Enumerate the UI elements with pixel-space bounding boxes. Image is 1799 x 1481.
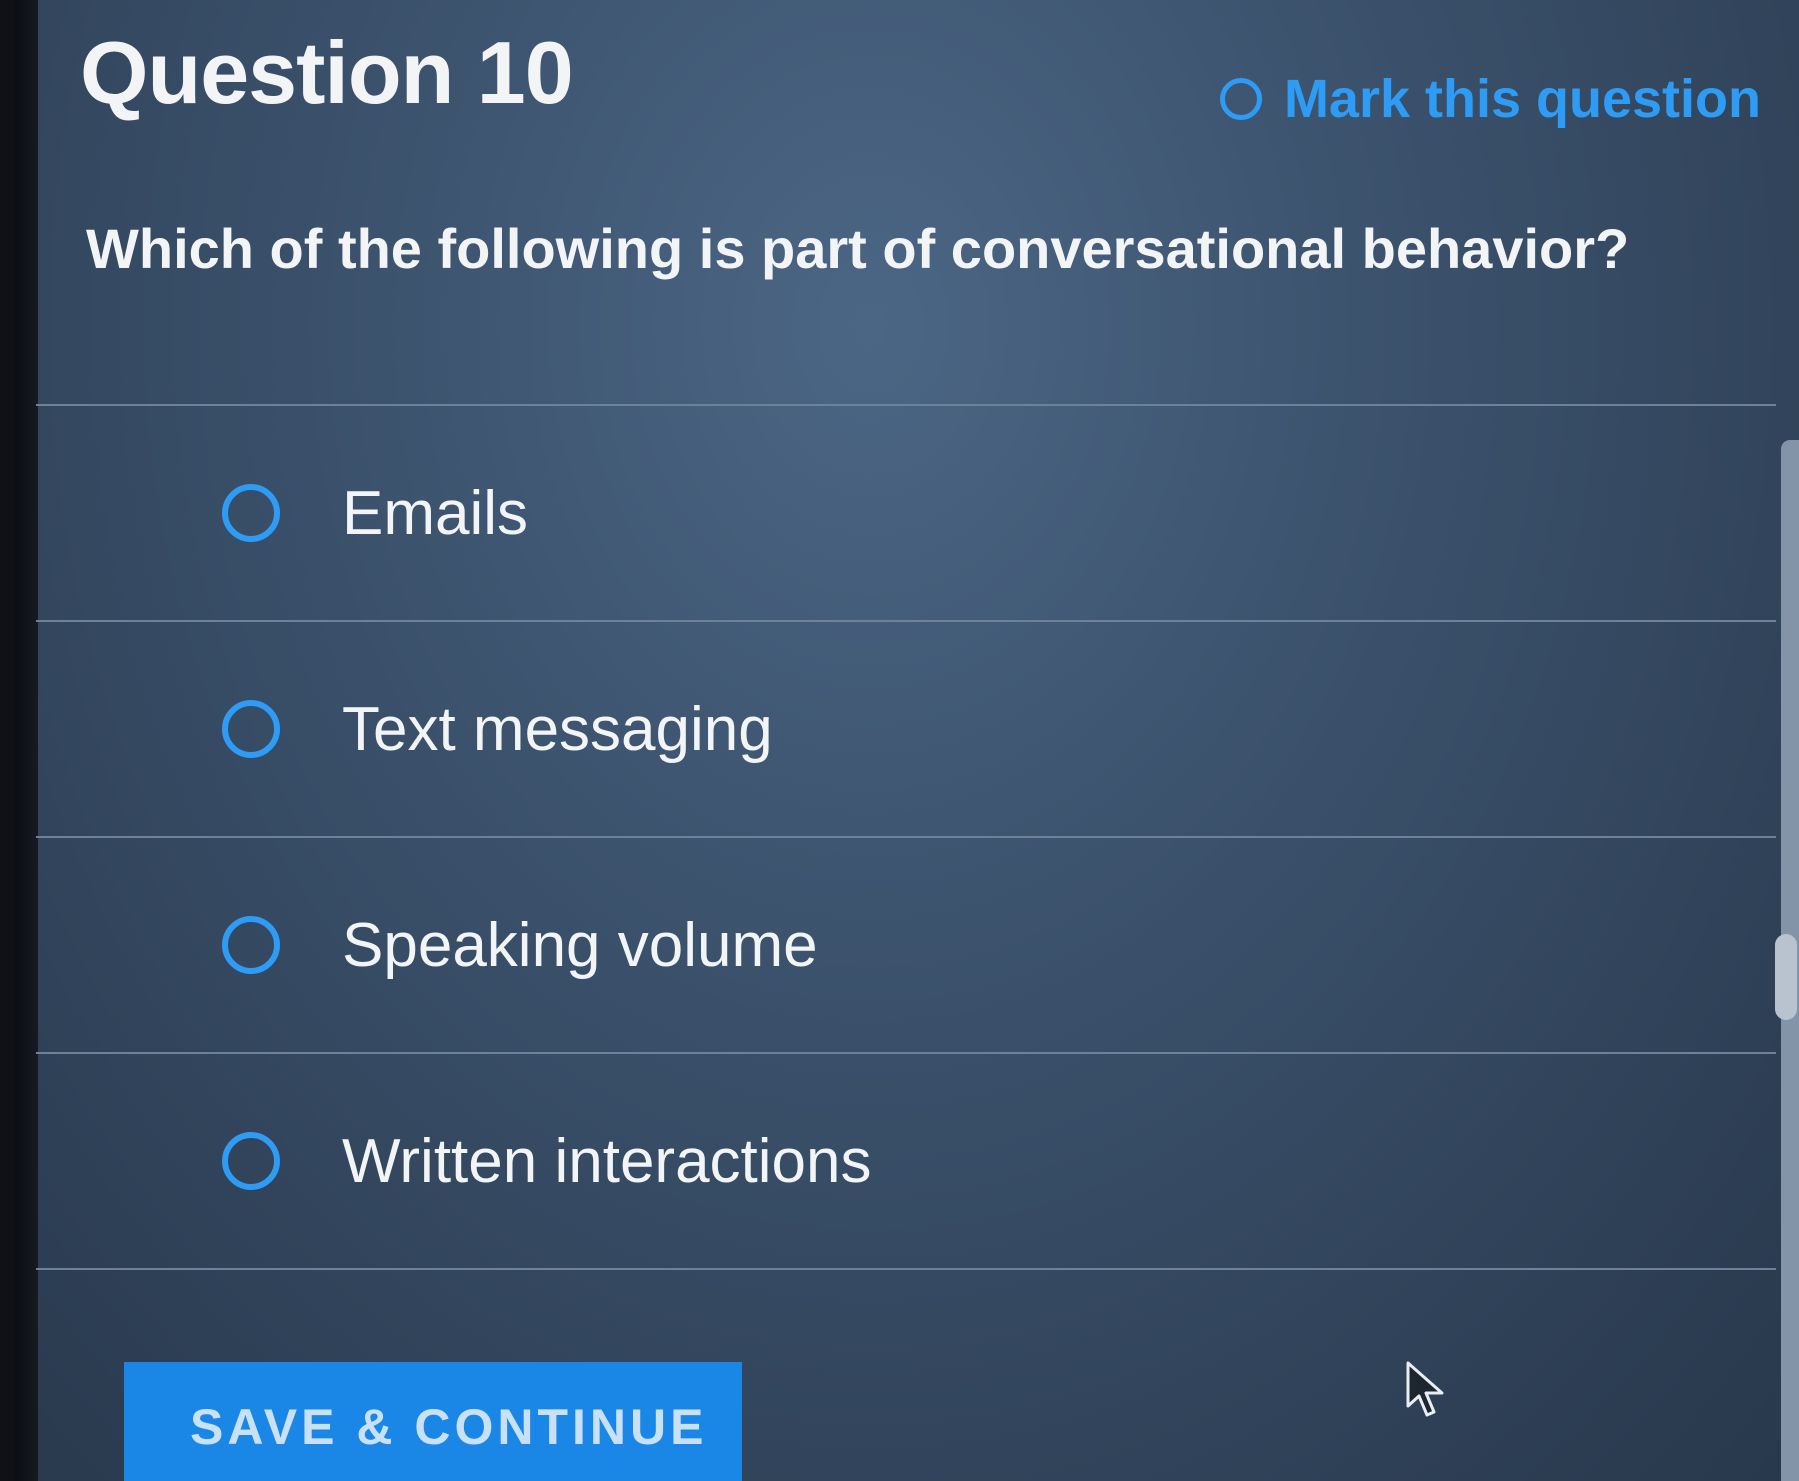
answer-option-label[interactable]: Speaking volume [342,910,818,981]
answer-option-written-interactions[interactable]: Written interactions [36,1052,1776,1270]
answer-option-label[interactable]: Text messaging [342,694,773,765]
question-text: Which of the following is part of conver… [86,217,1630,280]
radio-empty-icon[interactable] [1219,78,1262,120]
save-continue-button[interactable]: SAVE & CONTINUE [124,1362,742,1481]
question-title: Question 10 [80,23,574,122]
answer-options: Emails Text messaging Speaking volume Wr… [36,404,1776,1270]
answer-option-label[interactable]: Emails [342,478,528,549]
screen-bezel [14,0,38,1481]
answer-option-speaking-volume[interactable]: Speaking volume [36,836,1776,1052]
mark-question-toggle[interactable]: Mark this question [1219,68,1761,130]
radio-empty-icon[interactable] [222,700,280,758]
radio-empty-icon[interactable] [222,1132,280,1190]
answer-option-label[interactable]: Written interactions [342,1126,872,1197]
scrollbar-thumb[interactable] [1775,934,1797,1020]
radio-empty-icon[interactable] [222,484,280,542]
mouse-pointer-icon [1406,1361,1444,1417]
radio-empty-icon[interactable] [222,916,280,974]
answer-option-emails[interactable]: Emails [36,404,1776,620]
quiz-screen: Question 10 Mark this question Which of … [14,0,1799,1481]
mark-question-label[interactable]: Mark this question [1284,68,1761,130]
answer-option-text-messaging[interactable]: Text messaging [36,620,1776,836]
